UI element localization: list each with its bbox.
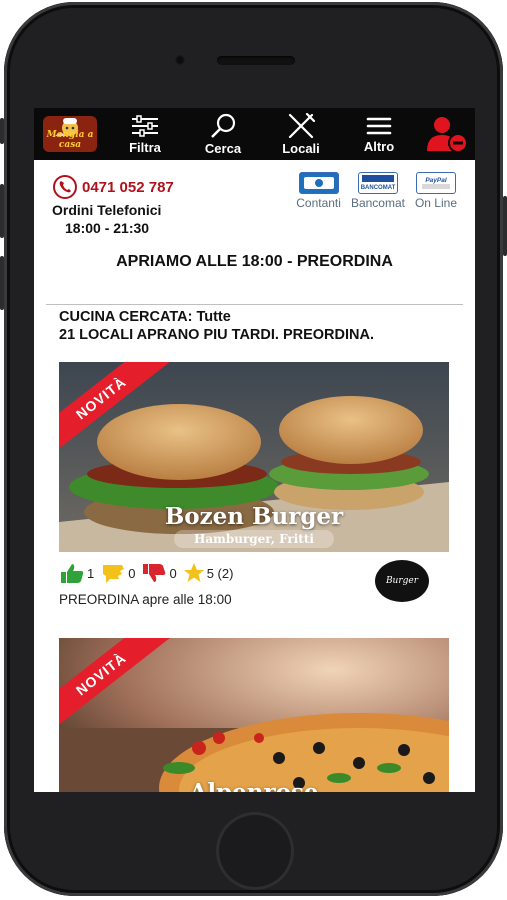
thumbs-sideways-icon — [103, 565, 125, 583]
mute-switch — [0, 118, 4, 144]
bancomat-icon: BANCOMAT — [357, 172, 398, 194]
power-button — [503, 196, 507, 256]
cuisine-searched: CUCINA CERCATA: Tutte — [59, 309, 231, 325]
neutral-count: 0 — [128, 565, 136, 581]
nav-filtra[interactable]: Filtra — [106, 108, 184, 160]
cash-icon — [298, 172, 339, 194]
search-icon — [211, 113, 236, 138]
restaurant-image[interactable]: NOVITÀ Alpenrose — [59, 638, 449, 792]
restaurant-image[interactable]: NOVITÀ Bozen Burger Hamburger, Fritti — [59, 362, 449, 552]
dislikes-count: 0 — [169, 565, 177, 581]
phone-icon — [53, 175, 77, 199]
front-camera — [175, 55, 185, 65]
rating-value: 5 (2) — [206, 565, 234, 581]
user-account-button[interactable] — [418, 108, 475, 160]
opening-hours: 18:00 - 21:30 — [65, 220, 150, 236]
earpiece-speaker — [217, 56, 295, 65]
sliders-icon — [132, 114, 158, 137]
logo-text: Mangia a casa — [46, 130, 94, 150]
restaurant-cuisine: Hamburger, Fritti — [174, 530, 334, 548]
orders-label: Ordini Telefonici — [52, 202, 162, 218]
phone-number: 0471 052 787 — [82, 178, 174, 196]
menu-icon — [366, 117, 392, 134]
restaurant-card[interactable]: NOVITÀ Bozen Burger Hamburger, Fritti 1 … — [59, 362, 449, 607]
likes-stat[interactable]: 1 — [59, 562, 94, 584]
rating-stat[interactable]: 5 (2) — [183, 562, 234, 584]
search-summary: CUCINA CERCATA: Tutte 21 LOCALI APRANO P… — [59, 308, 374, 344]
payment-methods: Contanti BANCOMAT Bancomat PayPal On Lin… — [296, 172, 457, 210]
nav-cerca[interactable]: Cerca — [184, 108, 262, 160]
likes-count: 1 — [87, 565, 95, 581]
payment-online: PayPal On Line — [415, 172, 457, 210]
payment-online-label: On Line — [414, 196, 457, 210]
restaurant-logo-text: Burger — [385, 576, 419, 586]
app-screen: Mangia a casa Filtra Cerca Locali Altro … — [34, 108, 475, 792]
restaurant-card[interactable]: NOVITÀ Alpenrose — [59, 638, 449, 792]
payment-bancomat: BANCOMAT Bancomat — [351, 172, 405, 210]
user-logout-icon — [426, 117, 468, 153]
payment-cash-label: Contanti — [296, 196, 341, 210]
payment-bancomat-label: Bancomat — [350, 196, 405, 210]
neutral-stat[interactable]: 0 — [100, 562, 135, 584]
restaurant-logo: Burger — [375, 560, 429, 602]
nav-cerca-label: Cerca — [204, 140, 242, 156]
fork-knife-icon — [288, 112, 316, 138]
nav-locali-label: Locali — [282, 140, 320, 156]
dislikes-stat[interactable]: 0 — [141, 562, 177, 584]
phone-number-link[interactable]: 0471 052 787 — [52, 174, 222, 200]
opening-banner: APRIAMO ALLE 18:00 - PREORDINA — [116, 253, 393, 270]
paypal-icon: PayPal — [415, 172, 456, 194]
nav-filtra-label: Filtra — [129, 139, 161, 155]
star-icon — [183, 563, 204, 582]
top-navigation-bar: Mangia a casa Filtra Cerca Locali Altro — [34, 108, 475, 160]
svg-text:BANCOMAT: BANCOMAT — [361, 185, 396, 191]
restaurant-name: Alpenrose — [59, 779, 449, 792]
volume-up-button — [0, 184, 4, 238]
nav-altro[interactable]: Altro — [340, 108, 418, 160]
nav-altro-label: Altro — [363, 138, 395, 154]
home-button[interactable] — [216, 812, 294, 890]
restaurant-stats: 1 0 0 5 (2) Burger — [59, 558, 449, 602]
contact-info: 0471 052 787 Ordini Telefonici 18:00 - 2… — [52, 174, 222, 237]
volume-down-button — [0, 256, 4, 310]
nav-locali[interactable]: Locali — [262, 108, 340, 160]
divider — [46, 304, 463, 305]
closed-count: 21 LOCALI APRANO PIU TARDI. PREORDINA. — [59, 327, 374, 343]
thumbs-up-icon — [61, 564, 84, 583]
svg-text:PayPal: PayPal — [425, 177, 447, 184]
logo-badge: Mangia a casa — [43, 116, 97, 152]
thumbs-down-icon — [143, 564, 166, 582]
app-logo[interactable]: Mangia a casa — [34, 108, 106, 160]
payment-cash: Contanti — [296, 172, 341, 210]
restaurant-name: Bozen Burger — [164, 503, 344, 530]
